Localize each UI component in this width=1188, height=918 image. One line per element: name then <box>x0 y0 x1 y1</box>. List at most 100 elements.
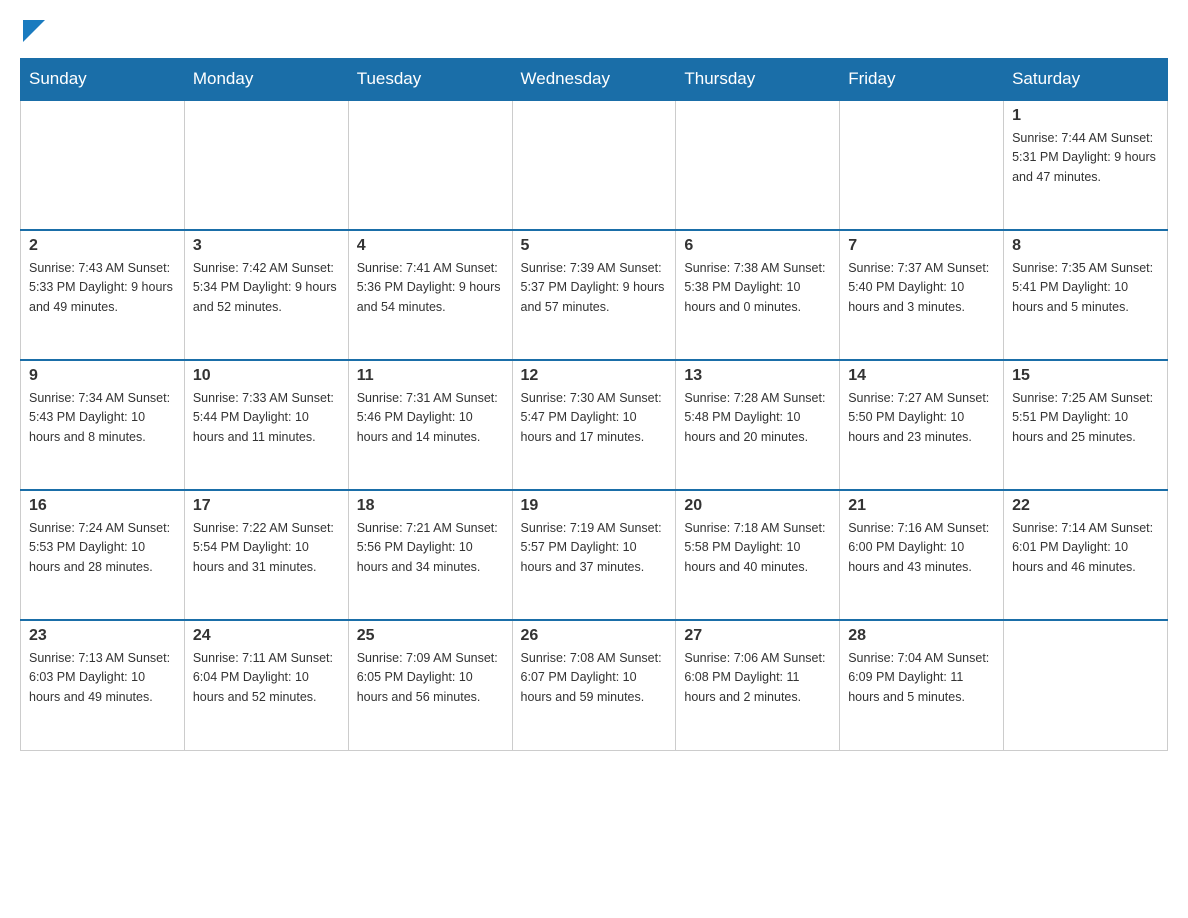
calendar-cell: 2 Sunrise: 7:43 AM Sunset: 5:33 PM Daylig… <box>21 230 185 360</box>
day-info: Sunrise: 7:21 AM Sunset: 5:56 PM Dayligh… <box>357 519 504 577</box>
day-number: 8 <box>1012 237 1159 255</box>
calendar-cell: 13 Sunrise: 7:28 AM Sunset: 5:48 PM Dayli… <box>676 360 840 490</box>
page-header <box>20 20 1168 48</box>
calendar-cell: 6 Sunrise: 7:38 AM Sunset: 5:38 PM Daylig… <box>676 230 840 360</box>
day-number: 17 <box>193 497 340 515</box>
day-number: 11 <box>357 367 504 385</box>
day-header-wednesday: Wednesday <box>512 59 676 101</box>
calendar-cell: 19Sunrise: 7:19 AM Sunset: 5:57 PM Dayli… <box>512 490 676 620</box>
day-info: Sunrise: 7:28 AM Sunset: 5:48 PM Dayligh… <box>684 389 831 447</box>
day-info: Sunrise: 7:34 AM Sunset: 5:43 PM Dayligh… <box>29 389 176 447</box>
day-number: 1 <box>1012 107 1159 125</box>
calendar-cell: 11 Sunrise: 7:31 AM Sunset: 5:46 PM Dayli… <box>348 360 512 490</box>
calendar-cell: 7 Sunrise: 7:37 AM Sunset: 5:40 PM Daylig… <box>840 230 1004 360</box>
calendar-cell <box>21 100 185 230</box>
day-info: Sunrise: 7:41 AM Sunset: 5:36 PM Dayligh… <box>357 259 504 317</box>
day-number: 4 <box>357 237 504 255</box>
logo-triangle-icon <box>23 20 45 42</box>
calendar-cell <box>512 100 676 230</box>
calendar-cell: 17 Sunrise: 7:22 AM Sunset: 5:54 PM Dayli… <box>184 490 348 620</box>
day-number: 23 <box>29 627 176 645</box>
day-info: Sunrise: 7:11 AM Sunset: 6:04 PM Dayligh… <box>193 649 340 707</box>
day-info: Sunrise: 7:22 AM Sunset: 5:54 PM Dayligh… <box>193 519 340 577</box>
calendar-cell <box>348 100 512 230</box>
calendar-cell: 9 Sunrise: 7:34 AM Sunset: 5:43 PM Daylig… <box>21 360 185 490</box>
day-info: Sunrise: 7:35 AM Sunset: 5:41 PM Dayligh… <box>1012 259 1159 317</box>
calendar-cell: 10 Sunrise: 7:33 AM Sunset: 5:44 PM Dayli… <box>184 360 348 490</box>
day-info: Sunrise: 7:42 AM Sunset: 5:34 PM Dayligh… <box>193 259 340 317</box>
calendar-cell: 26Sunrise: 7:08 AM Sunset: 6:07 PM Dayli… <box>512 620 676 750</box>
day-number: 14 <box>848 367 995 385</box>
calendar-cell: 12 Sunrise: 7:30 AM Sunset: 5:47 PM Dayli… <box>512 360 676 490</box>
day-info: Sunrise: 7:04 AM Sunset: 6:09 PM Dayligh… <box>848 649 995 707</box>
day-header-thursday: Thursday <box>676 59 840 101</box>
calendar-cell: 25 Sunrise: 7:09 AM Sunset: 6:05 PM Dayli… <box>348 620 512 750</box>
day-number: 28 <box>848 627 995 645</box>
day-header-friday: Friday <box>840 59 1004 101</box>
calendar-cell: 16Sunrise: 7:24 AM Sunset: 5:53 PM Dayli… <box>21 490 185 620</box>
calendar-cell: 21 Sunrise: 7:16 AM Sunset: 6:00 PM Dayli… <box>840 490 1004 620</box>
day-number: 21 <box>848 497 995 515</box>
logo <box>20 20 45 48</box>
day-number: 9 <box>29 367 176 385</box>
day-info: Sunrise: 7:30 AM Sunset: 5:47 PM Dayligh… <box>521 389 668 447</box>
day-info: Sunrise: 7:27 AM Sunset: 5:50 PM Dayligh… <box>848 389 995 447</box>
day-info: Sunrise: 7:19 AM Sunset: 5:57 PM Dayligh… <box>521 519 668 577</box>
calendar-cell: 23 Sunrise: 7:13 AM Sunset: 6:03 PM Dayli… <box>21 620 185 750</box>
calendar-cell <box>676 100 840 230</box>
calendar-cell: 14 Sunrise: 7:27 AM Sunset: 5:50 PM Dayli… <box>840 360 1004 490</box>
day-info: Sunrise: 7:24 AM Sunset: 5:53 PM Dayligh… <box>29 519 176 577</box>
day-info: Sunrise: 7:18 AM Sunset: 5:58 PM Dayligh… <box>684 519 831 577</box>
day-number: 12 <box>521 367 668 385</box>
calendar-cell: 3 Sunrise: 7:42 AM Sunset: 5:34 PM Daylig… <box>184 230 348 360</box>
day-header-saturday: Saturday <box>1004 59 1168 101</box>
day-info: Sunrise: 7:43 AM Sunset: 5:33 PM Dayligh… <box>29 259 176 317</box>
calendar-cell: 1 Sunrise: 7:44 AM Sunset: 5:31 PM Daylig… <box>1004 100 1168 230</box>
day-number: 2 <box>29 237 176 255</box>
day-number: 25 <box>357 627 504 645</box>
day-info: Sunrise: 7:44 AM Sunset: 5:31 PM Dayligh… <box>1012 129 1159 187</box>
day-header-tuesday: Tuesday <box>348 59 512 101</box>
day-info: Sunrise: 7:06 AM Sunset: 6:08 PM Dayligh… <box>684 649 831 707</box>
day-info: Sunrise: 7:37 AM Sunset: 5:40 PM Dayligh… <box>848 259 995 317</box>
day-number: 13 <box>684 367 831 385</box>
day-number: 10 <box>193 367 340 385</box>
day-info: Sunrise: 7:09 AM Sunset: 6:05 PM Dayligh… <box>357 649 504 707</box>
calendar-cell: 28 Sunrise: 7:04 AM Sunset: 6:09 PM Dayli… <box>840 620 1004 750</box>
calendar-cell <box>1004 620 1168 750</box>
day-number: 24 <box>193 627 340 645</box>
day-headers-row: SundayMondayTuesdayWednesdayThursdayFrid… <box>21 59 1168 101</box>
week-row-3: 9 Sunrise: 7:34 AM Sunset: 5:43 PM Daylig… <box>21 360 1168 490</box>
calendar-cell: 20 Sunrise: 7:18 AM Sunset: 5:58 PM Dayli… <box>676 490 840 620</box>
week-row-5: 23 Sunrise: 7:13 AM Sunset: 6:03 PM Dayli… <box>21 620 1168 750</box>
day-info: Sunrise: 7:25 AM Sunset: 5:51 PM Dayligh… <box>1012 389 1159 447</box>
calendar-table: SundayMondayTuesdayWednesdayThursdayFrid… <box>20 58 1168 751</box>
day-info: Sunrise: 7:33 AM Sunset: 5:44 PM Dayligh… <box>193 389 340 447</box>
day-info: Sunrise: 7:38 AM Sunset: 5:38 PM Dayligh… <box>684 259 831 317</box>
day-number: 3 <box>193 237 340 255</box>
calendar-cell: 8 Sunrise: 7:35 AM Sunset: 5:41 PM Daylig… <box>1004 230 1168 360</box>
calendar-cell: 24 Sunrise: 7:11 AM Sunset: 6:04 PM Dayli… <box>184 620 348 750</box>
day-info: Sunrise: 7:31 AM Sunset: 5:46 PM Dayligh… <box>357 389 504 447</box>
calendar-cell <box>840 100 1004 230</box>
day-number: 15 <box>1012 367 1159 385</box>
calendar-cell: 18 Sunrise: 7:21 AM Sunset: 5:56 PM Dayli… <box>348 490 512 620</box>
calendar-cell: 5Sunrise: 7:39 AM Sunset: 5:37 PM Daylig… <box>512 230 676 360</box>
day-number: 22 <box>1012 497 1159 515</box>
week-row-4: 16Sunrise: 7:24 AM Sunset: 5:53 PM Dayli… <box>21 490 1168 620</box>
day-number: 18 <box>357 497 504 515</box>
day-number: 26 <box>521 627 668 645</box>
calendar-cell: 27 Sunrise: 7:06 AM Sunset: 6:08 PM Dayli… <box>676 620 840 750</box>
day-info: Sunrise: 7:16 AM Sunset: 6:00 PM Dayligh… <box>848 519 995 577</box>
calendar-cell <box>184 100 348 230</box>
day-number: 7 <box>848 237 995 255</box>
day-number: 6 <box>684 237 831 255</box>
day-number: 27 <box>684 627 831 645</box>
day-header-monday: Monday <box>184 59 348 101</box>
calendar-cell: 15 Sunrise: 7:25 AM Sunset: 5:51 PM Dayli… <box>1004 360 1168 490</box>
calendar-cell: 22Sunrise: 7:14 AM Sunset: 6:01 PM Dayli… <box>1004 490 1168 620</box>
week-row-1: 1 Sunrise: 7:44 AM Sunset: 5:31 PM Daylig… <box>21 100 1168 230</box>
day-number: 5 <box>521 237 668 255</box>
day-info: Sunrise: 7:13 AM Sunset: 6:03 PM Dayligh… <box>29 649 176 707</box>
day-number: 20 <box>684 497 831 515</box>
